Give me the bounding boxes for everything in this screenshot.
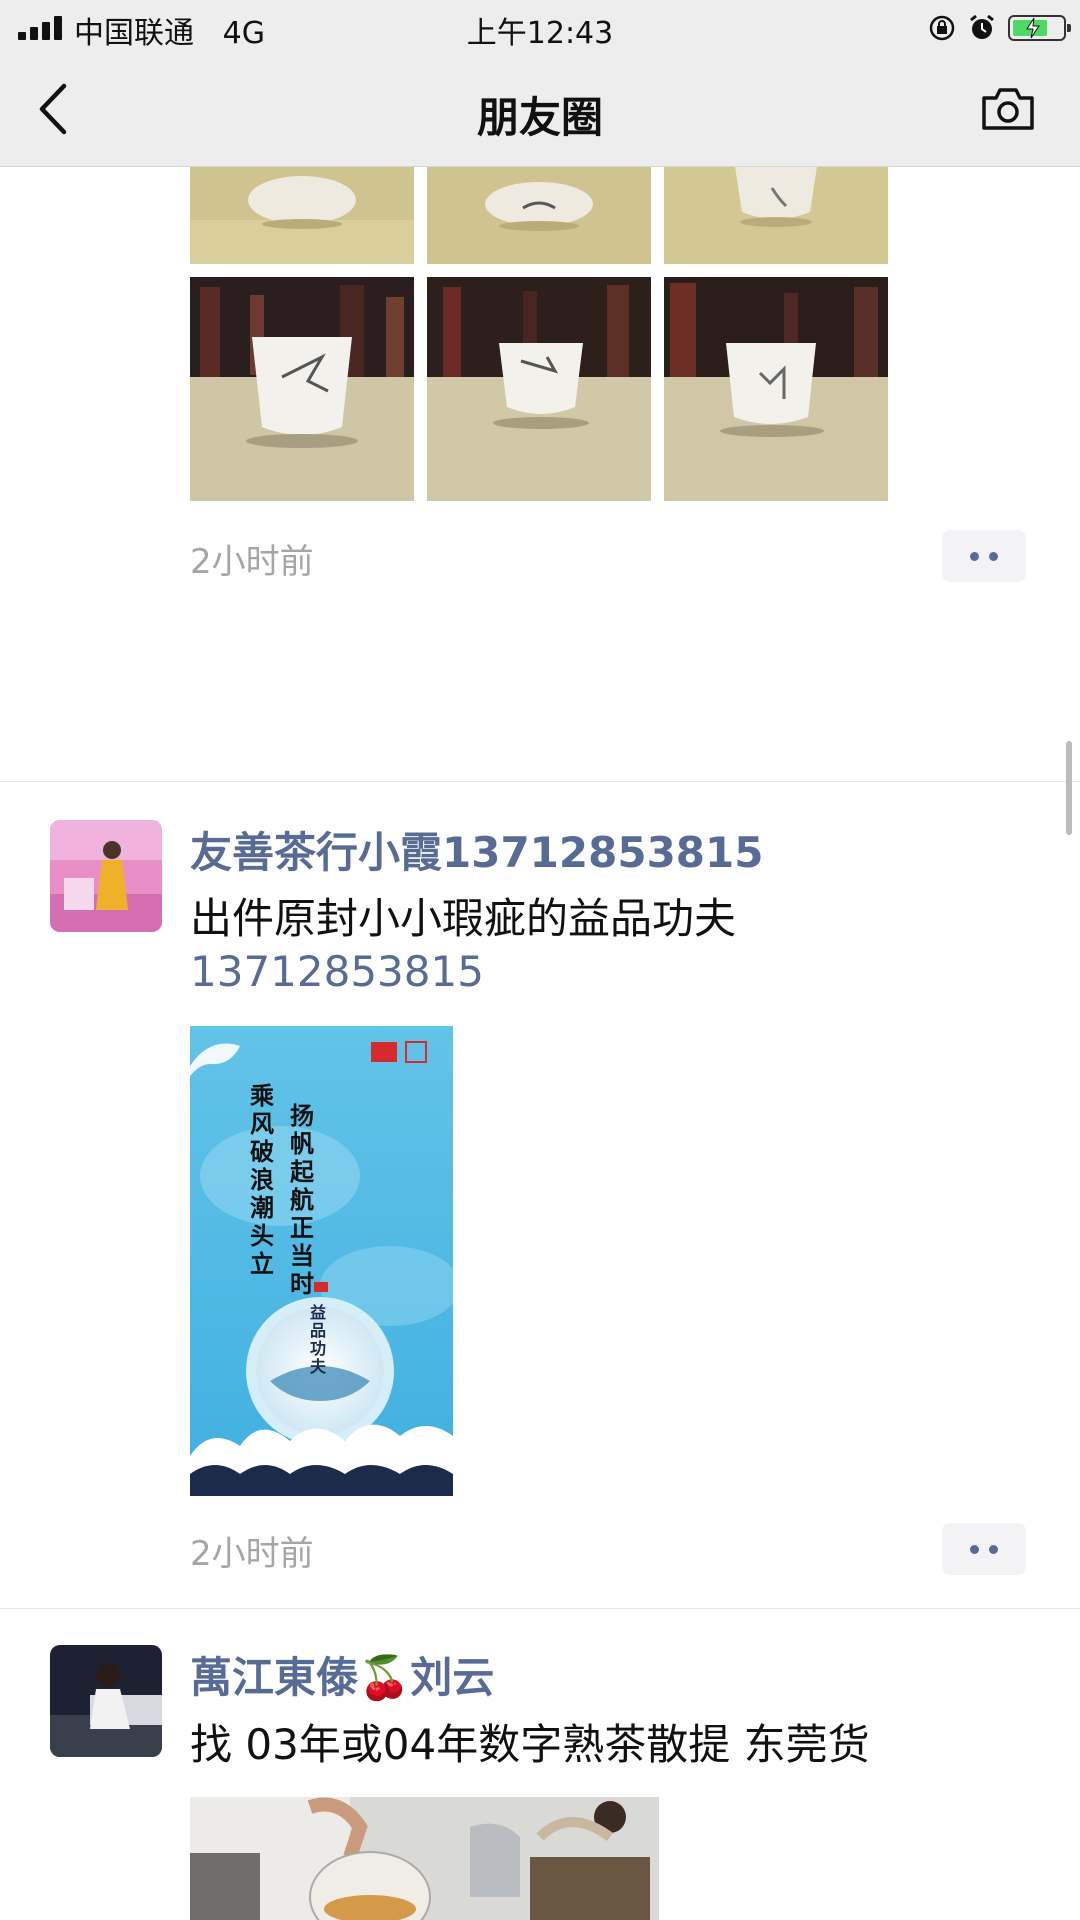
avatar[interactable] <box>50 1645 162 1757</box>
post-1: 2小时前 <box>0 167 1080 782</box>
page-title: 朋友圈 <box>476 93 603 142</box>
post-photo[interactable] <box>427 277 651 501</box>
post-3: 萬江東傣🍒刘云 找 03年或04年数字熟茶散提 东莞货 <box>0 1609 1080 1920</box>
poster-text-right: 扬帆起航正当时 <box>290 1101 314 1298</box>
post-photo[interactable] <box>664 277 888 501</box>
post-2: 友善茶行小霞13712853815 出件原封小小瑕疵的益品功夫 13712853… <box>0 783 1080 1609</box>
rotation-lock-icon <box>929 15 955 41</box>
post-photo[interactable] <box>190 167 414 264</box>
post-author[interactable]: 友善茶行小霞13712853815 <box>190 819 763 880</box>
post-photo[interactable]: 扬帆起航正当时 乘风破浪潮头立 益品功夫 <box>190 1026 453 1496</box>
status-bar: 中国联通 4G 上午12:43 <box>0 0 1080 54</box>
battery-icon <box>1008 15 1071 41</box>
post-author[interactable]: 萬江東傣🍒刘云 <box>190 1644 494 1705</box>
post-time: 2小时前 <box>190 1534 314 1574</box>
post-photo[interactable] <box>190 277 414 501</box>
camera-icon[interactable] <box>980 86 1036 132</box>
post-text: 出件原封小小瑕疵的益品功夫 <box>190 894 737 943</box>
moments-feed[interactable]: 2小时前 友善茶行小霞13712853815 出件原封小小瑕疵的益品功夫 137… <box>0 167 1080 1920</box>
poster-seal-text: 益品功夫 <box>310 1303 327 1376</box>
nav-bar: 朋友圈 <box>0 54 1080 166</box>
comment-menu-button[interactable] <box>942 1523 1026 1575</box>
post-text: 找 03年或04年数字熟茶散提 东莞货 <box>190 1720 870 1769</box>
phone-link[interactable]: 13712853815 <box>190 947 484 996</box>
avatar[interactable] <box>50 820 162 932</box>
top-bar: 中国联通 4G 上午12:43 朋友圈 <box>0 0 1080 167</box>
post-photo[interactable] <box>190 1797 659 1920</box>
alarm-icon <box>970 14 994 39</box>
scrollbar[interactable] <box>1066 741 1072 835</box>
post-photo[interactable] <box>664 167 888 264</box>
status-time: 上午12:43 <box>466 16 614 51</box>
post-divider <box>0 781 1080 782</box>
poster-text-left: 乘风破浪潮头立 <box>250 1081 274 1278</box>
post-photo[interactable] <box>427 167 651 264</box>
comment-menu-button[interactable] <box>942 530 1026 582</box>
post-time: 2小时前 <box>190 542 314 582</box>
